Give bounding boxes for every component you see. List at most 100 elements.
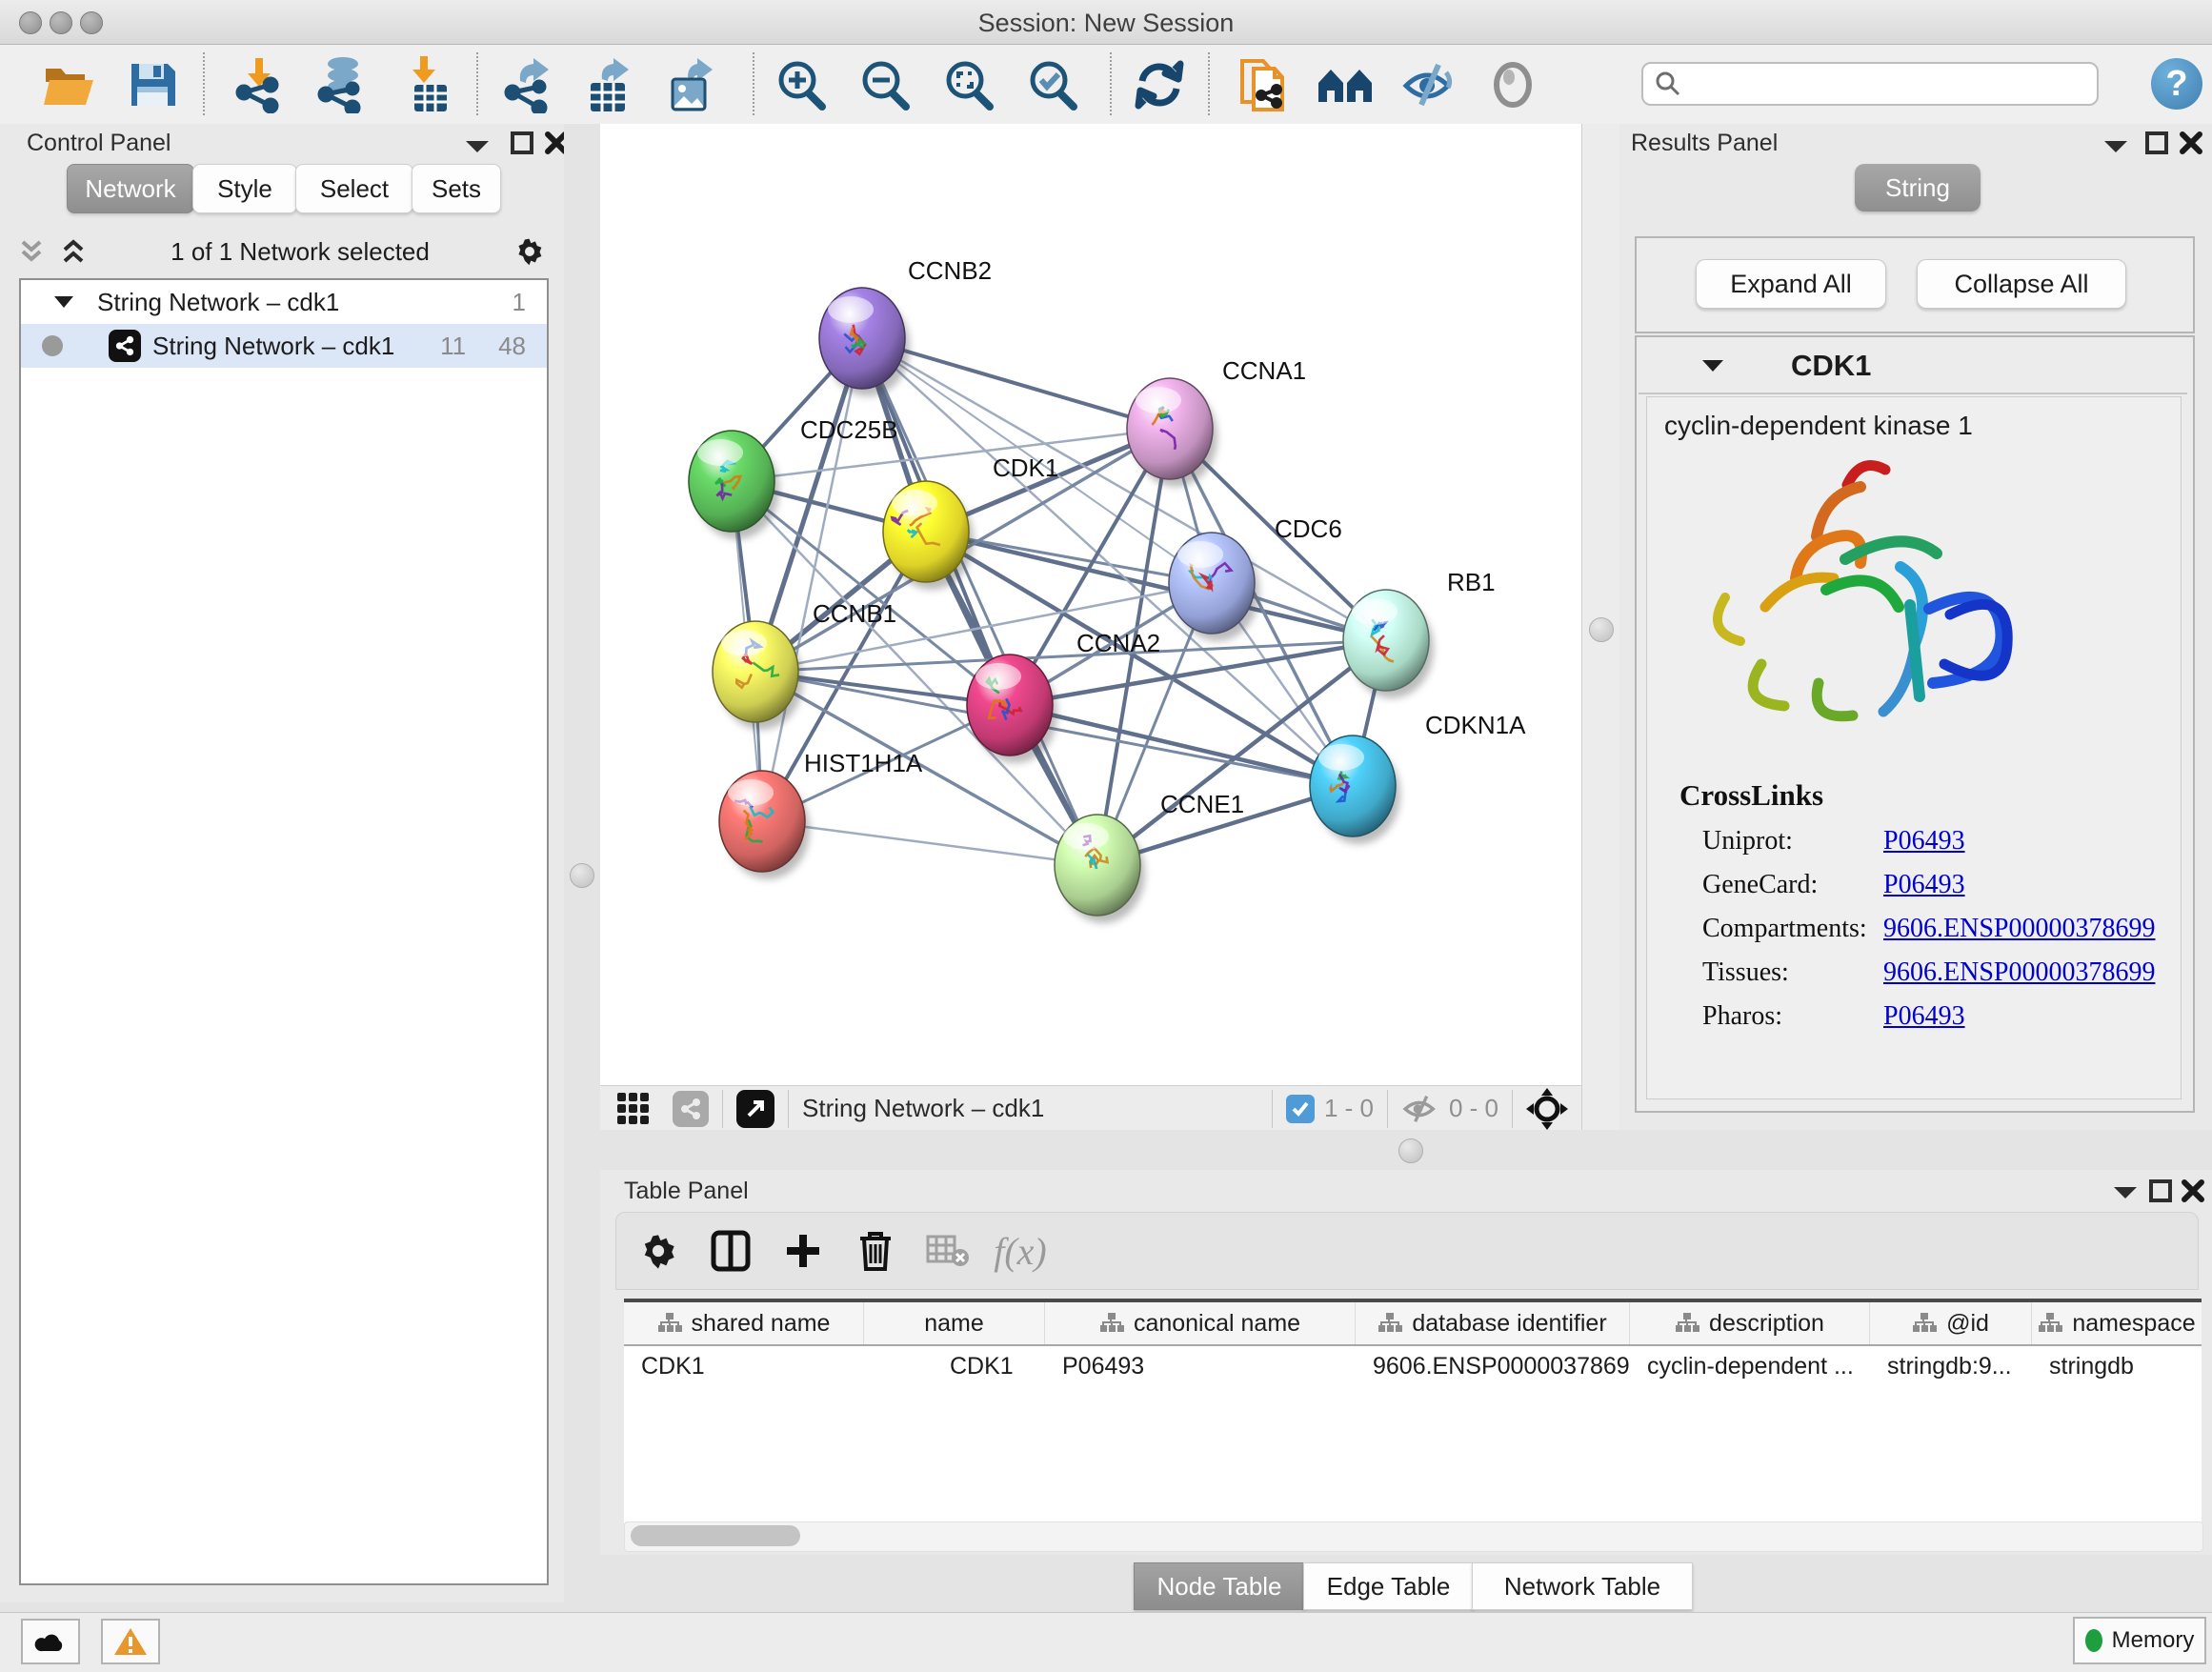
horizontal-splitter[interactable] xyxy=(600,1130,2212,1170)
network-node-CDKN1A[interactable]: CDKN1A xyxy=(1310,711,1526,844)
network-collection-row[interactable]: String Network – cdk1 1 xyxy=(21,280,547,324)
network-node-CCNE1[interactable]: CCNE1 xyxy=(1055,790,1244,923)
column-header-namespace[interactable]: namespace xyxy=(2032,1302,2202,1344)
tab-string[interactable]: String xyxy=(1855,164,1981,212)
export-network-icon[interactable] xyxy=(497,54,558,115)
expand-all-icon[interactable] xyxy=(59,238,88,265)
export-image-icon[interactable] xyxy=(661,54,722,115)
network-share-view-icon[interactable] xyxy=(673,1091,709,1127)
panel-menu-icon[interactable] xyxy=(465,139,490,154)
column-header-description[interactable]: description xyxy=(1630,1302,1870,1344)
horizontal-scrollbar[interactable] xyxy=(624,1521,2203,1552)
network-node-CDC25B[interactable]: CDC25B xyxy=(689,415,898,539)
add-column-icon[interactable] xyxy=(773,1220,834,1281)
selected-checkbox-icon[interactable] xyxy=(1286,1095,1315,1123)
column-header-name[interactable]: name xyxy=(864,1302,1045,1344)
network-node-RB1[interactable]: RB1 xyxy=(1343,568,1496,698)
apply-function-icon[interactable]: f(x) xyxy=(990,1220,1051,1281)
tree-expander-icon[interactable] xyxy=(53,294,74,310)
grid-view-icon[interactable] xyxy=(615,1091,652,1127)
toolbar-separator xyxy=(722,1090,723,1128)
crosslink-link[interactable]: P06493 xyxy=(1883,1001,1965,1032)
delete-table-icon[interactable] xyxy=(917,1220,978,1281)
refresh-icon[interactable] xyxy=(1129,54,1190,115)
tab-style[interactable]: Style xyxy=(192,164,297,213)
panel-menu-icon[interactable] xyxy=(2103,139,2128,154)
splitter-handle[interactable] xyxy=(1589,617,1614,642)
help-button[interactable]: ? xyxy=(2151,58,2202,110)
network-edge[interactable] xyxy=(762,821,1097,865)
tab-sets[interactable]: Sets xyxy=(412,164,501,213)
show-column-panel-icon[interactable] xyxy=(700,1220,761,1281)
crosslink-link[interactable]: P06493 xyxy=(1883,826,1965,856)
tab-network[interactable]: Network xyxy=(67,164,194,213)
network-collection-label: String Network – cdk1 xyxy=(97,288,513,317)
float-panel-icon[interactable] xyxy=(2145,131,2168,154)
zoom-fit-icon[interactable] xyxy=(939,54,1000,115)
import-network-database-icon[interactable] xyxy=(311,54,372,115)
column-header-canonical-name[interactable]: canonical name xyxy=(1045,1302,1356,1344)
crosslink-link[interactable]: 9606.ENSP00000378699 xyxy=(1883,957,2155,988)
zoom-out-icon[interactable] xyxy=(855,54,916,115)
tab-network-label: Network xyxy=(85,174,175,204)
float-panel-icon[interactable] xyxy=(511,131,533,154)
network-options-gear-icon[interactable] xyxy=(513,234,547,269)
open-session-icon[interactable] xyxy=(38,54,99,115)
vertical-splitter-left[interactable] xyxy=(564,124,600,1602)
network-edge[interactable] xyxy=(1010,705,1353,786)
warning-status-button[interactable] xyxy=(101,1619,160,1664)
node-highlight xyxy=(721,630,767,656)
crosslink-link[interactable]: 9606.ENSP00000378699 xyxy=(1883,914,2155,944)
splitter-handle[interactable] xyxy=(1398,1138,1423,1163)
panel-menu-icon[interactable] xyxy=(2113,1185,2138,1200)
show-all-panels-icon[interactable] xyxy=(1315,54,1376,115)
clone-view-icon[interactable] xyxy=(1233,54,1294,115)
network-edge[interactable] xyxy=(926,532,1386,640)
hidden-eye-icon[interactable] xyxy=(1401,1094,1439,1124)
column-header-id[interactable]: @id xyxy=(1870,1302,2032,1344)
shared-column-icon xyxy=(1675,1312,1699,1335)
pan-crosshair-icon[interactable] xyxy=(1526,1088,1568,1130)
network-canvas[interactable]: CCNB2CCNA1CDC25BCDK1CDC6RB1CCNB1CCNA2CDK… xyxy=(600,124,1581,1085)
scrollbar-thumb[interactable] xyxy=(631,1525,800,1546)
delete-column-icon[interactable] xyxy=(845,1220,906,1281)
table-options-gear-icon[interactable] xyxy=(628,1220,689,1281)
export-table-icon[interactable] xyxy=(579,54,640,115)
lens-eye-icon[interactable] xyxy=(1482,54,1543,115)
search-box[interactable] xyxy=(1641,62,2099,106)
tab-network-table[interactable]: Network Table xyxy=(1472,1562,1693,1610)
tab-node-table[interactable]: Node Table xyxy=(1134,1562,1305,1610)
tab-select[interactable]: Select xyxy=(295,164,413,213)
network-row[interactable]: String Network – cdk1 11 48 xyxy=(21,324,547,368)
network-node-HIST1H1A[interactable]: HIST1H1A xyxy=(719,749,923,879)
gene-section-header[interactable]: CDK1 xyxy=(1639,339,2187,394)
splitter-handle[interactable] xyxy=(570,863,594,888)
zoom-selected-icon[interactable] xyxy=(1023,54,1084,115)
save-session-icon[interactable] xyxy=(122,54,183,115)
collapse-all-button[interactable]: Collapse All xyxy=(1917,259,2126,309)
cloud-icon xyxy=(33,1630,68,1653)
column-header-shared-name[interactable]: shared name xyxy=(624,1302,864,1344)
close-panel-icon[interactable] xyxy=(2180,131,2202,154)
close-panel-icon[interactable] xyxy=(2182,1179,2204,1202)
search-input[interactable] xyxy=(1681,70,2066,98)
import-table-file-icon[interactable] xyxy=(395,54,456,115)
hide-panels-eye-icon[interactable] xyxy=(1398,54,1459,115)
network-node-CCNB2[interactable]: CCNB2 xyxy=(819,256,992,396)
table-row[interactable]: CDK1 CDK1 P06493 9606.ENSP00000378699 cy… xyxy=(624,1346,2202,1386)
tab-edge-table[interactable]: Edge Table xyxy=(1303,1562,1474,1610)
collapse-all-icon[interactable] xyxy=(17,238,46,265)
import-network-file-icon[interactable] xyxy=(229,54,290,115)
expand-all-button[interactable]: Expand All xyxy=(1696,259,1886,309)
birds-eye-toggle-icon[interactable] xyxy=(736,1090,774,1128)
column-header-database-identifier[interactable]: database identifier xyxy=(1356,1302,1630,1344)
crosslink-link[interactable]: P06493 xyxy=(1883,870,1965,900)
zoom-in-icon[interactable] xyxy=(772,54,833,115)
network-node-CCNA1[interactable]: CCNA1 xyxy=(1127,356,1306,487)
cloud-status-button[interactable] xyxy=(21,1619,80,1664)
vertical-splitter-right[interactable] xyxy=(1581,124,1621,1130)
memory-button[interactable]: Memory xyxy=(2073,1617,2206,1664)
gene-expander-icon[interactable] xyxy=(1701,358,1724,373)
column-label: @id xyxy=(1946,1310,1989,1338)
float-panel-icon[interactable] xyxy=(2149,1179,2172,1202)
